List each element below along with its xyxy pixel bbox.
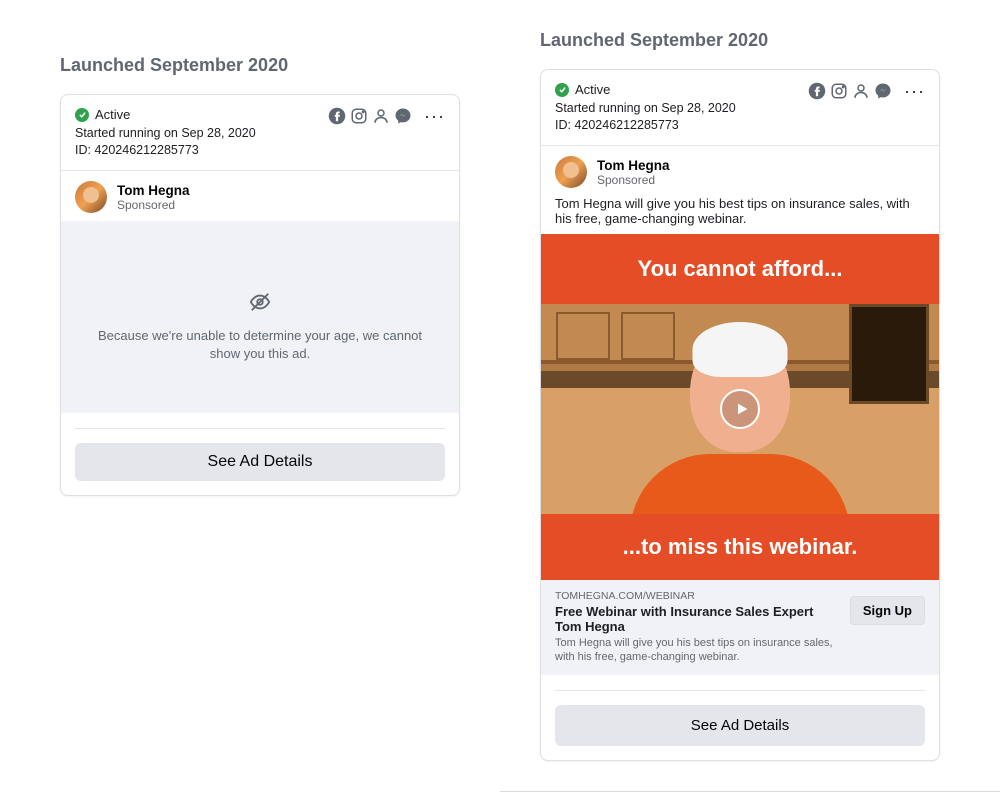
audience-network-icon [852,82,870,100]
instagram-icon [830,82,848,100]
facebook-icon [328,107,346,125]
instagram-icon [350,107,368,125]
ad-card-right: Active Started running on Sep 28, 2020 I… [540,69,940,761]
video-frame[interactable] [541,304,939,514]
age-gated-panel: Because we're unable to determine your a… [61,221,459,413]
started-running-text: Started running on Sep 28, 2020 [555,101,736,115]
advertiser-row[interactable]: Tom Hegna Sponsored [61,171,459,221]
status-active-icon [75,108,89,122]
link-domain: TOMHEGNA.COM/WEBINAR [555,590,840,602]
eye-off-icon [249,291,271,313]
bottom-divider [500,791,1000,792]
ad-primary-text: Tom Hegna will give you his best tips on… [541,196,939,234]
play-button-icon[interactable] [720,389,760,429]
advertiser-avatar [555,156,587,188]
sign-up-button[interactable]: Sign Up [850,596,925,625]
creative-banner-bottom: ...to miss this webinar. [541,514,939,580]
status-text: Active [575,82,610,97]
ad-id-text: ID: 420246212285773 [75,143,256,157]
status-active-icon [555,83,569,97]
sponsored-label: Sponsored [597,173,670,187]
creative-banner-top: You cannot afford... [541,234,939,304]
audience-network-icon [372,107,390,125]
link-title: Free Webinar with Insurance Sales Expert… [555,604,840,634]
ad-creative[interactable]: You cannot afford... ...to miss this web… [541,234,939,580]
advertiser-row[interactable]: Tom Hegna Sponsored [541,146,939,196]
advertiser-name: Tom Hegna [117,183,190,198]
started-running-text: Started running on Sep 28, 2020 [75,126,256,140]
age-gated-message: Because we're unable to determine your a… [86,327,434,363]
facebook-icon [808,82,826,100]
more-options-button[interactable]: ··· [904,82,925,100]
advertiser-name: Tom Hegna [597,158,670,173]
more-options-button[interactable]: ··· [424,107,445,125]
see-ad-details-button[interactable]: See Ad Details [555,705,925,746]
ad-card-left: Active Started running on Sep 28, 2020 I… [60,94,460,496]
status-text: Active [95,107,130,122]
launched-heading: Launched September 2020 [60,55,460,76]
launched-heading: Launched September 2020 [540,30,940,51]
ad-id-text: ID: 420246212285773 [555,118,736,132]
platforms-row: ··· [808,82,925,100]
link-description: Tom Hegna will give you his best tips on… [555,636,840,665]
messenger-icon [394,107,412,125]
see-ad-details-button[interactable]: See Ad Details [75,443,445,481]
sponsored-label: Sponsored [117,198,190,212]
messenger-icon [874,82,892,100]
link-preview[interactable]: TOMHEGNA.COM/WEBINAR Free Webinar with I… [541,580,939,675]
advertiser-avatar [75,181,107,213]
platforms-row: ··· [328,107,445,125]
